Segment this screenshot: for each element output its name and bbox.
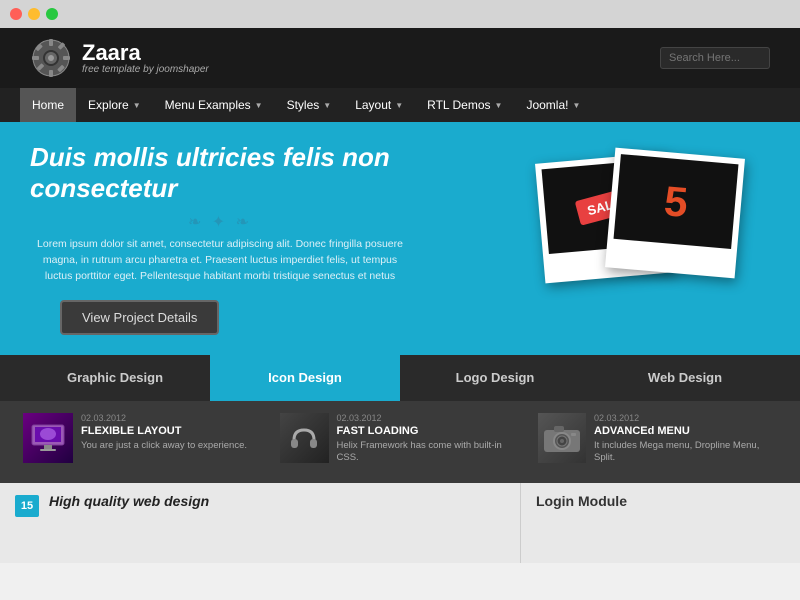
features-section: 02.03.2012 FLEXIBLE LAYOUT You are just … <box>0 401 800 483</box>
feature-flexible-text: 02.03.2012 FLEXIBLE LAYOUT You are just … <box>81 413 247 452</box>
tab-icon-design[interactable]: Icon Design <box>210 355 400 401</box>
site-tagline: free template by joomshaper <box>82 64 209 75</box>
logo-text: Zaara free template by joomshaper <box>82 42 209 75</box>
feature-flexible-layout: 02.03.2012 FLEXIBLE LAYOUT You are just … <box>15 413 270 471</box>
hero-images: SALE 5 <box>520 153 770 323</box>
tab-logo-design[interactable]: Logo Design <box>400 355 590 401</box>
login-module-title: Login Module <box>536 493 785 509</box>
hero-description: Lorem ipsum dolor sit amet, consectetur … <box>30 237 410 284</box>
browser-chrome <box>0 0 800 28</box>
tabs-section: Graphic Design Icon Design Logo Design W… <box>0 355 800 401</box>
feature-advanced-menu: 02.03.2012 ADVANCEd MENU It includes Meg… <box>530 413 785 471</box>
minimize-button[interactable] <box>28 8 40 20</box>
hero-content: Duis mollis ultricies felis non consecte… <box>30 142 410 335</box>
hero-divider: ❧ ✦ ❧ <box>30 212 410 232</box>
hero-title: Duis mollis ultricies felis non consecte… <box>30 142 410 204</box>
site-nav: Home Explore ▼ Menu Examples ▼ Styles ▼ … <box>0 88 800 122</box>
bottom-left: 15 High quality web design <box>0 483 520 563</box>
html5-logo: 5 <box>662 177 689 227</box>
chevron-down-icon: ▼ <box>495 101 503 110</box>
nav-styles[interactable]: Styles ▼ <box>275 88 344 122</box>
bottom-right: Login Module <box>520 483 800 563</box>
nav-explore[interactable]: Explore ▼ <box>76 88 153 122</box>
polaroid-2: 5 <box>605 148 745 279</box>
chevron-down-icon: ▼ <box>572 101 580 110</box>
view-project-button[interactable]: View Project Details <box>60 300 219 335</box>
chevron-down-icon: ▼ <box>255 101 263 110</box>
article-number: 15 <box>15 495 39 517</box>
bottom-section: 15 High quality web design Login Module <box>0 483 800 563</box>
article-title: High quality web design <box>49 493 209 509</box>
feature-desc-2: Helix Framework has come with built-in C… <box>337 440 520 465</box>
headphones-icon <box>280 413 328 463</box>
nav-rtl-demos[interactable]: RTL Demos ▼ <box>415 88 514 122</box>
hero-banner: Duis mollis ultricies felis non consecte… <box>0 122 800 355</box>
chevron-down-icon: ▼ <box>133 101 141 110</box>
gear-icon <box>30 37 72 79</box>
monitor-icon <box>23 413 73 463</box>
feature-fast-text: 02.03.2012 FAST LOADING Helix Framework … <box>337 413 520 465</box>
feature-date-1: 02.03.2012 <box>81 413 247 423</box>
nav-home[interactable]: Home <box>20 88 76 122</box>
nav-menu-examples[interactable]: Menu Examples ▼ <box>153 88 275 122</box>
feature-title-2: FAST LOADING <box>337 425 520 437</box>
tab-web-design[interactable]: Web Design <box>590 355 780 401</box>
feature-desc-3: It includes Mega menu, Dropline Menu, Sp… <box>594 440 777 465</box>
nav-layout[interactable]: Layout ▼ <box>343 88 415 122</box>
search-input[interactable] <box>660 47 770 69</box>
feature-desc-1: You are just a click away to experience. <box>81 440 247 452</box>
feature-advanced-text: 02.03.2012 ADVANCEd MENU It includes Meg… <box>594 413 777 465</box>
close-button[interactable] <box>10 8 22 20</box>
site-wrapper: Zaara free template by joomshaper Home E… <box>0 28 800 600</box>
feature-date-3: 02.03.2012 <box>594 413 777 423</box>
feature-fast-loading: 02.03.2012 FAST LOADING Helix Framework … <box>272 413 527 471</box>
chevron-down-icon: ▼ <box>395 101 403 110</box>
site-title: Zaara <box>82 42 209 64</box>
camera-icon <box>538 413 586 463</box>
chevron-down-icon: ▼ <box>323 101 331 110</box>
tab-graphic-design[interactable]: Graphic Design <box>20 355 210 401</box>
feature-date-2: 02.03.2012 <box>337 413 520 423</box>
site-header: Zaara free template by joomshaper <box>0 28 800 88</box>
logo-area: Zaara free template by joomshaper <box>30 37 209 79</box>
polaroid-inner-2: 5 <box>614 154 739 249</box>
feature-title-3: ADVANCEd MENU <box>594 425 777 437</box>
nav-joomla[interactable]: Joomla! ▼ <box>514 88 592 122</box>
maximize-button[interactable] <box>46 8 58 20</box>
feature-title-1: FLEXIBLE LAYOUT <box>81 425 247 437</box>
